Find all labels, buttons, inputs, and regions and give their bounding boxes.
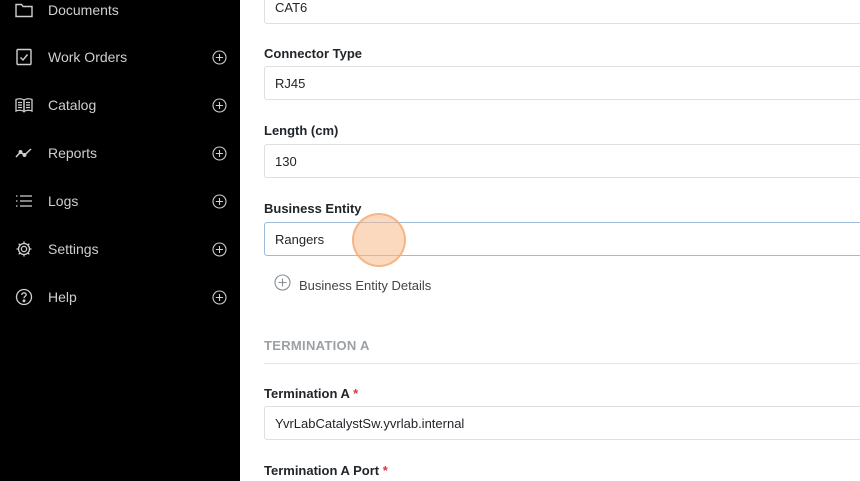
main-content: Connector Type Length (cm) Business Enti…: [240, 0, 860, 481]
sidebar-item-label: Settings: [48, 241, 99, 257]
folder-icon: [14, 0, 34, 20]
sidebar-item-help[interactable]: Help: [0, 277, 240, 317]
list-icon: [14, 191, 34, 211]
sidebar-item-documents[interactable]: Documents: [0, 0, 240, 30]
required-asterisk: *: [353, 386, 359, 401]
sidebar-item-label: Documents: [48, 2, 119, 18]
business-entity-details-toggle[interactable]: Business Entity Details: [274, 274, 432, 296]
book-icon: [14, 95, 34, 115]
termination-a-field[interactable]: [264, 406, 860, 440]
termination-a-port-label-text: Termination A Port: [264, 463, 380, 478]
sidebar-item-label: Help: [48, 289, 77, 305]
help-circle-icon: [14, 287, 34, 307]
termination-a-port-label: Termination A Port *: [264, 463, 388, 478]
length-label: Length (cm): [264, 123, 339, 138]
sidebar-item-label: Logs: [48, 193, 79, 209]
sidebar-item-label: Work Orders: [48, 49, 128, 65]
sidebar-item-logs[interactable]: Logs: [0, 181, 240, 221]
section-title-termination-a: TERMINATION A: [264, 338, 370, 353]
add-work-order-icon[interactable]: [211, 49, 227, 65]
connector-type-label: Connector Type: [264, 46, 362, 61]
clipboard-check-icon: [14, 47, 34, 67]
sidebar-item-reports[interactable]: Reports: [0, 133, 240, 173]
business-entity-details-label: Business Entity Details: [299, 277, 432, 293]
expand-plus-icon: [274, 274, 291, 296]
length-field[interactable]: [264, 144, 860, 178]
add-report-icon[interactable]: [211, 145, 227, 161]
termination-a-label: Termination A *: [264, 386, 358, 401]
sidebar: Documents Work Orders Catalog Reports Lo…: [0, 0, 240, 481]
sidebar-item-catalog[interactable]: Catalog: [0, 85, 240, 125]
cable-type-field[interactable]: [264, 0, 860, 24]
gear-icon: [14, 239, 34, 259]
required-asterisk: *: [382, 463, 388, 478]
connector-type-field[interactable]: [264, 66, 860, 100]
sidebar-item-label: Catalog: [48, 97, 97, 113]
add-setting-icon[interactable]: [211, 241, 227, 257]
business-entity-label: Business Entity: [264, 201, 362, 216]
sidebar-item-settings[interactable]: Settings: [0, 229, 240, 269]
sidebar-item-label: Reports: [48, 145, 98, 161]
add-help-icon[interactable]: [211, 289, 227, 305]
line-chart-icon: [14, 143, 34, 163]
sidebar-item-work-orders[interactable]: Work Orders: [0, 37, 240, 77]
section-divider: [264, 363, 860, 364]
add-catalog-item-icon[interactable]: [211, 97, 227, 113]
add-log-icon[interactable]: [211, 193, 227, 209]
termination-a-label-text: Termination A: [264, 386, 350, 401]
business-entity-field[interactable]: [264, 222, 860, 256]
